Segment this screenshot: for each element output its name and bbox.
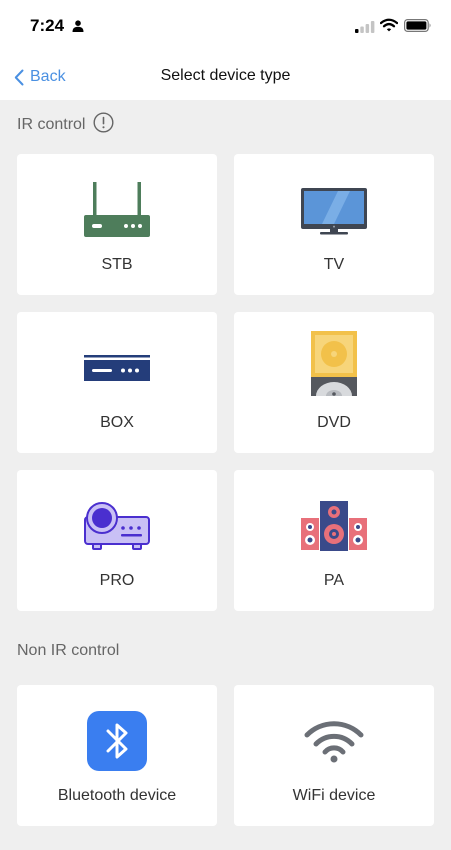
device-label-tv: TV [323,256,345,273]
set-top-box-icon [17,178,217,242]
projector-icon [17,494,217,558]
person-icon [72,19,84,37]
device-label-stb: STB [101,256,133,273]
device-label-wifi: WiFi device [292,787,376,804]
wifi-status-icon [379,18,399,37]
device-label-pa: PA [323,572,345,589]
device-label-box: BOX [100,414,134,431]
device-card-tv[interactable]: TV [234,154,434,295]
device-label-dvd: DVD [317,414,351,431]
info-icon[interactable] [93,112,114,138]
signal-icon [355,20,375,38]
speaker-icon [234,494,434,558]
status-time: 7:24 [30,16,65,35]
status-bar: 7:24 [0,0,451,52]
media-box-icon [17,336,217,400]
tv-icon [234,178,434,242]
device-card-pa[interactable]: PA [234,470,434,611]
device-card-stb[interactable]: STB [17,154,217,295]
nav-bar: Back Select device type [0,52,451,100]
section-title-non-ir: Non IR control [17,642,120,659]
device-label-bluetooth: Bluetooth device [57,787,177,804]
device-card-pro[interactable]: PRO [17,470,217,611]
section-header-ir: IR control [17,112,114,138]
battery-icon [404,19,432,37]
device-card-bluetooth[interactable]: Bluetooth device [17,685,217,826]
device-card-box[interactable]: BOX [17,312,217,453]
device-card-dvd[interactable]: DVD [234,312,434,453]
device-label-pro: PRO [99,572,135,589]
wifi-icon [234,709,434,773]
section-header-non-ir: Non IR control [17,642,119,660]
page-title: Select device type [160,67,291,84]
device-card-wifi[interactable]: WiFi device [234,685,434,826]
dvd-icon [234,331,434,396]
bluetooth-icon [17,709,217,773]
section-title-ir: IR control [17,116,86,133]
